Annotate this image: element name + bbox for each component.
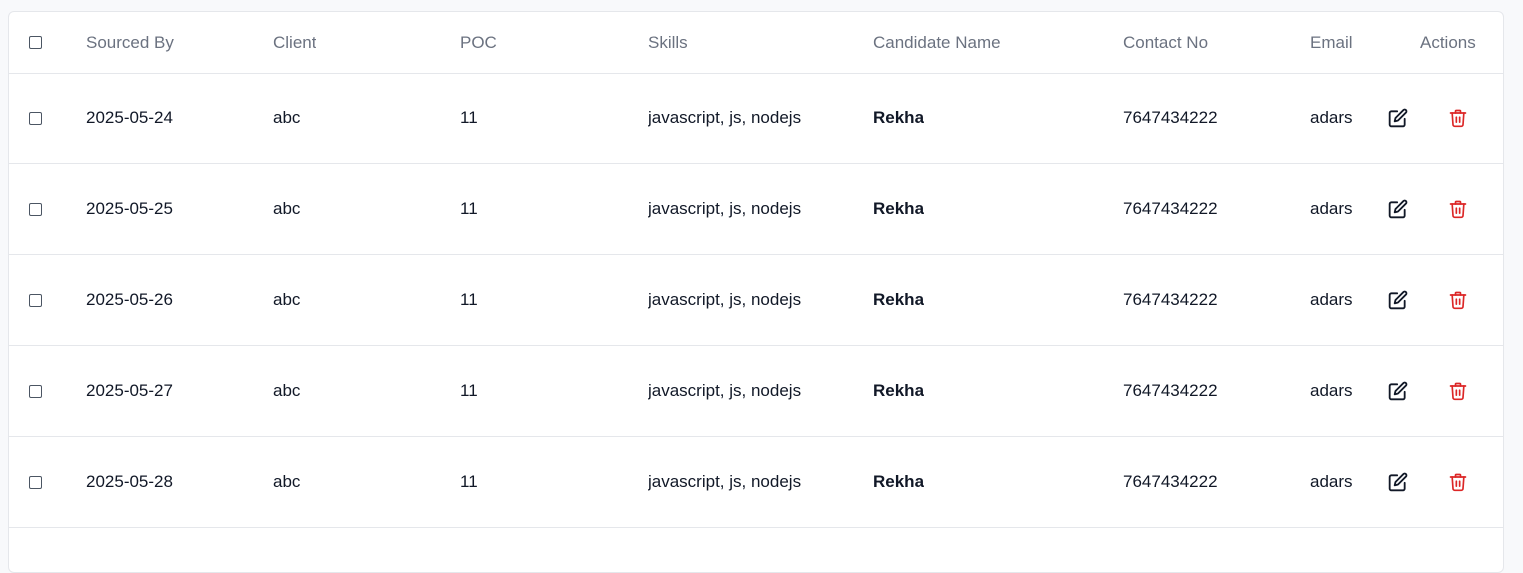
header-client[interactable]: Client bbox=[273, 12, 316, 73]
trash-icon[interactable] bbox=[1447, 107, 1469, 129]
delete-button[interactable] bbox=[1447, 437, 1469, 527]
table-row: 2025-05-24 abc 11 javascript, js, nodejs… bbox=[9, 73, 1503, 164]
trash-icon[interactable] bbox=[1447, 198, 1469, 220]
row-checkbox[interactable] bbox=[29, 293, 42, 307]
cell-client: abc bbox=[273, 472, 301, 491]
cell-email: adars bbox=[1310, 381, 1353, 400]
row-checkbox[interactable] bbox=[29, 202, 42, 216]
header-poc[interactable]: POC bbox=[460, 12, 497, 73]
edit-button[interactable] bbox=[1387, 255, 1409, 345]
row-checkbox-cell[interactable] bbox=[29, 437, 42, 527]
edit-button[interactable] bbox=[1387, 437, 1409, 527]
cell-poc: 11 bbox=[460, 472, 478, 491]
edit-button[interactable] bbox=[1387, 164, 1409, 254]
candidates-table: Sourced By Client POC Skills Candidate N… bbox=[8, 11, 1504, 573]
edit-icon[interactable] bbox=[1387, 380, 1409, 402]
cell-client: abc bbox=[273, 290, 301, 309]
cell-contact-no: 7647434222 bbox=[1123, 199, 1218, 218]
edit-icon[interactable] bbox=[1387, 289, 1409, 311]
edit-icon[interactable] bbox=[1387, 198, 1409, 220]
cell-contact-no: 7647434222 bbox=[1123, 290, 1218, 309]
table-row: 2025-05-27 abc 11 javascript, js, nodejs… bbox=[9, 346, 1503, 437]
cell-candidate-name: Rekha bbox=[873, 381, 925, 400]
table-row: 2025-05-28 abc 11 javascript, js, nodejs… bbox=[9, 437, 1503, 528]
cell-email: adars bbox=[1310, 472, 1353, 491]
cell-candidate-name: Rekha bbox=[873, 290, 925, 309]
trash-icon[interactable] bbox=[1447, 289, 1469, 311]
cell-poc: 11 bbox=[460, 290, 478, 309]
header-contact-no[interactable]: Contact No bbox=[1123, 12, 1208, 73]
row-checkbox[interactable] bbox=[29, 111, 42, 125]
cell-candidate-name: Rekha bbox=[873, 108, 925, 127]
cell-email: adars bbox=[1310, 290, 1353, 309]
cell-poc: 11 bbox=[460, 108, 478, 127]
cell-client: abc bbox=[273, 381, 301, 400]
table-row: 2025-05-26 abc 11 javascript, js, nodejs… bbox=[9, 255, 1503, 346]
edit-button[interactable] bbox=[1387, 73, 1409, 163]
cell-skills: javascript, js, nodejs bbox=[648, 472, 802, 491]
row-checkbox-cell[interactable] bbox=[29, 346, 42, 436]
header-email[interactable]: Email bbox=[1310, 12, 1354, 73]
row-checkbox-cell[interactable] bbox=[29, 73, 42, 163]
cell-contact-no: 7647434222 bbox=[1123, 472, 1218, 491]
delete-button[interactable] bbox=[1447, 255, 1469, 345]
row-checkbox-cell[interactable] bbox=[29, 164, 42, 254]
cell-skills: javascript, js, nodejs bbox=[648, 199, 802, 218]
cell-poc: 11 bbox=[460, 381, 478, 400]
cell-sourced-by: 2025-05-26 bbox=[86, 290, 173, 309]
table-row: 2025-05-25 abc 11 javascript, js, nodejs… bbox=[9, 164, 1503, 255]
cell-contact-no: 7647434222 bbox=[1123, 108, 1218, 127]
cell-skills: javascript, js, nodejs bbox=[648, 108, 802, 127]
delete-button[interactable] bbox=[1447, 73, 1469, 163]
cell-email: adars bbox=[1310, 108, 1353, 127]
cell-sourced-by: 2025-05-25 bbox=[86, 199, 173, 218]
header-candidate-name[interactable]: Candidate Name bbox=[873, 12, 1001, 73]
edit-icon[interactable] bbox=[1387, 107, 1409, 129]
cell-poc: 11 bbox=[460, 199, 478, 218]
cell-candidate-name: Rekha bbox=[873, 472, 925, 491]
table-header-row: Sourced By Client POC Skills Candidate N… bbox=[9, 12, 1503, 74]
trash-icon[interactable] bbox=[1447, 380, 1469, 402]
cell-email: adars bbox=[1310, 199, 1353, 218]
select-all-checkbox-cell[interactable] bbox=[29, 12, 42, 73]
edit-icon[interactable] bbox=[1387, 471, 1409, 493]
select-all-checkbox[interactable] bbox=[29, 36, 42, 49]
edit-button[interactable] bbox=[1387, 346, 1409, 436]
header-actions: Actions bbox=[1420, 32, 1476, 52]
row-checkbox-cell[interactable] bbox=[29, 255, 42, 345]
row-checkbox[interactable] bbox=[29, 384, 42, 398]
delete-button[interactable] bbox=[1447, 164, 1469, 254]
trash-icon[interactable] bbox=[1447, 471, 1469, 493]
row-checkbox[interactable] bbox=[29, 475, 42, 489]
cell-sourced-by: 2025-05-28 bbox=[86, 472, 173, 491]
header-skills[interactable]: Skills bbox=[648, 12, 688, 73]
cell-sourced-by: 2025-05-24 bbox=[86, 108, 173, 127]
cell-sourced-by: 2025-05-27 bbox=[86, 381, 173, 400]
cell-contact-no: 7647434222 bbox=[1123, 381, 1218, 400]
cell-skills: javascript, js, nodejs bbox=[648, 381, 802, 400]
delete-button[interactable] bbox=[1447, 346, 1469, 436]
cell-skills: javascript, js, nodejs bbox=[648, 290, 802, 309]
cell-client: abc bbox=[273, 108, 301, 127]
header-sourced-by[interactable]: Sourced By bbox=[86, 12, 174, 73]
cell-candidate-name: Rekha bbox=[873, 199, 925, 218]
cell-client: abc bbox=[273, 199, 301, 218]
